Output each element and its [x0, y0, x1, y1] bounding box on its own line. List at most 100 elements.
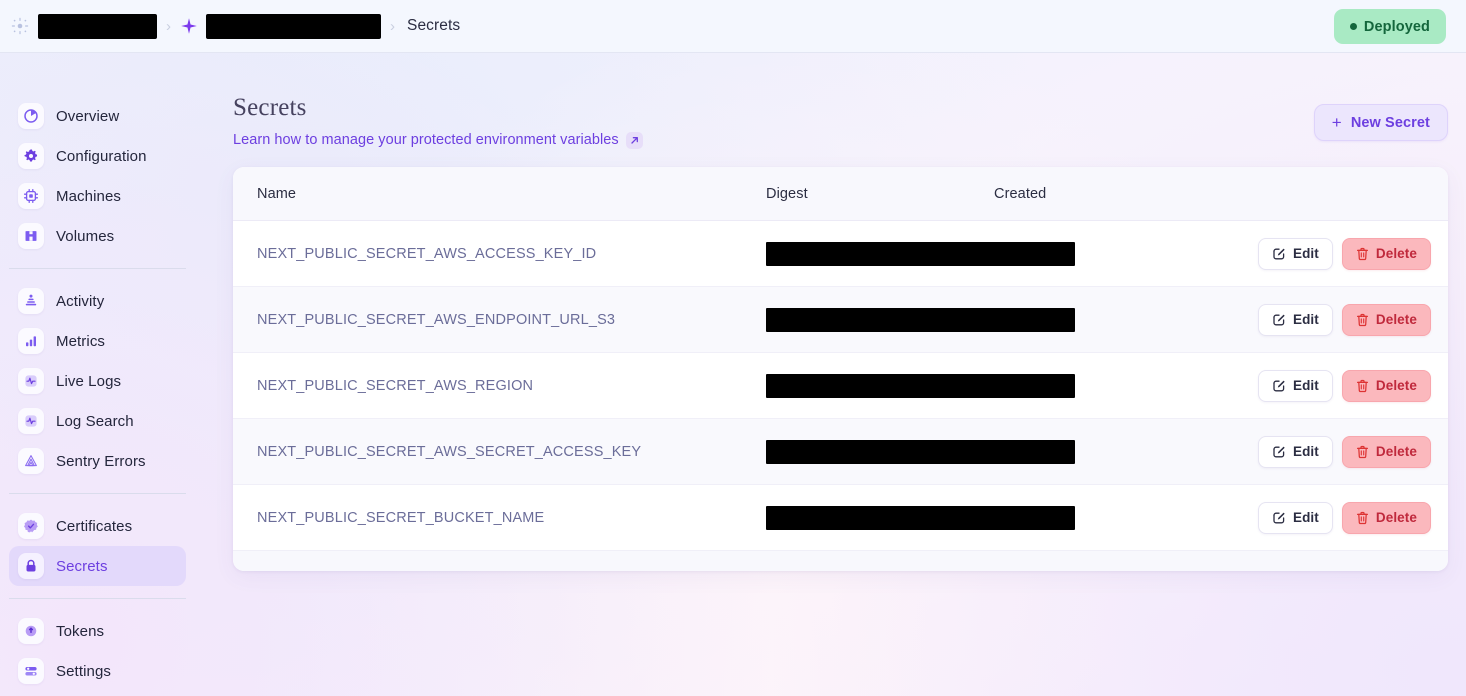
pencil-square-icon	[1273, 380, 1285, 391]
delete-button[interactable]: Delete	[1341, 435, 1431, 468]
sidebar-item-label: Machines	[56, 187, 121, 205]
delete-button[interactable]: Delete	[1341, 369, 1431, 402]
secret-digest-cell	[766, 505, 1075, 530]
pulse-icon	[18, 368, 44, 394]
activity-stack-icon	[18, 288, 44, 314]
badge-check-icon	[18, 513, 44, 539]
sidebar-item-label: Configuration	[56, 147, 147, 165]
sidebar-divider-2	[9, 493, 186, 494]
table-footer	[233, 551, 1448, 571]
trash-icon	[1356, 313, 1368, 326]
edit-button[interactable]: Edit	[1257, 237, 1333, 270]
breadcrumb: › › Secrets	[10, 13, 461, 39]
chevron-right-icon-2: ›	[390, 17, 395, 35]
status-badge-label: Deployed	[1363, 18, 1430, 35]
table-row: NEXT_PUBLIC_SECRET_AWS_ACCESS_KEY_ID Edi…	[233, 221, 1448, 287]
sidebar-item-label: Overview	[56, 107, 120, 125]
column-header-digest: Digest	[766, 185, 808, 202]
secret-digest-cell	[766, 241, 1075, 266]
sparkle-icon	[180, 17, 198, 35]
delete-button-label: Delete	[1375, 312, 1417, 327]
pulse-search-icon	[18, 408, 44, 434]
secret-name: NEXT_PUBLIC_SECRET_BUCKET_NAME	[257, 509, 545, 526]
table-row: NEXT_PUBLIC_SECRET_AWS_SECRET_ACCESS_KEY…	[233, 419, 1448, 485]
secret-digest-cell	[766, 373, 1075, 398]
chevron-right-icon: ›	[166, 17, 171, 35]
sidebar-item-label: Settings	[56, 662, 111, 680]
edit-button-label: Edit	[1292, 312, 1319, 327]
secret-digest-redacted	[766, 439, 1075, 464]
edit-button[interactable]: Edit	[1257, 435, 1333, 468]
plus-icon: +	[1331, 112, 1342, 132]
sidebar-group-3: Certificates Secrets	[0, 506, 195, 586]
secret-digest-redacted	[766, 373, 1075, 398]
app-root: › › Secrets Deployed Overview Configurat…	[0, 0, 1466, 696]
delete-button[interactable]: Delete	[1341, 303, 1431, 336]
edit-button[interactable]: Edit	[1257, 303, 1333, 336]
status-badge: Deployed	[1333, 9, 1446, 44]
column-header-name: Name	[257, 185, 297, 202]
sidebar-group-4: Tokens Settings	[0, 611, 195, 691]
table-row: NEXT_PUBLIC_SECRET_AWS_ENDPOINT_URL_S3 E…	[233, 287, 1448, 353]
sidebar-item-sentry-errors[interactable]: Sentry Errors	[9, 441, 186, 481]
table-row: NEXT_PUBLIC_SECRET_AWS_REGION Edit Delet…	[233, 353, 1448, 419]
page-title: Secrets	[233, 94, 307, 121]
edit-button-label: Edit	[1292, 378, 1319, 393]
breadcrumb-current-page: Secrets	[407, 17, 461, 34]
delete-button-label: Delete	[1375, 510, 1417, 525]
status-dot-icon	[1349, 23, 1357, 30]
sidebar-item-volumes[interactable]: Volumes	[9, 216, 186, 256]
sidebar-item-settings[interactable]: Settings	[9, 651, 186, 691]
row-actions: Edit Delete	[1233, 237, 1448, 270]
new-secret-button-label: New Secret	[1350, 114, 1430, 131]
delete-button[interactable]: Delete	[1341, 501, 1431, 534]
sidebar-item-machines[interactable]: Machines	[9, 176, 186, 216]
sidebar-item-configuration[interactable]: Configuration	[9, 136, 186, 176]
sidebar-item-label: Sentry Errors	[56, 452, 146, 470]
pencil-square-icon	[1273, 446, 1285, 457]
delete-button-label: Delete	[1375, 444, 1417, 459]
trash-icon	[1356, 445, 1368, 458]
table-header-row: Name Digest Created	[233, 167, 1448, 221]
edit-button[interactable]: Edit	[1257, 501, 1333, 534]
delete-button-label: Delete	[1375, 378, 1417, 393]
new-secret-button[interactable]: + New Secret	[1313, 104, 1448, 141]
sidebar-item-live-logs[interactable]: Live Logs	[9, 361, 186, 401]
secret-name: NEXT_PUBLIC_SECRET_AWS_SECRET_ACCESS_KEY	[257, 443, 642, 460]
sidebar-item-metrics[interactable]: Metrics	[9, 321, 186, 361]
sidebar-item-label: Certificates	[56, 517, 133, 535]
sidebar-item-certificates[interactable]: Certificates	[9, 506, 186, 546]
fly-logo-icon[interactable]	[10, 16, 30, 36]
edit-button[interactable]: Edit	[1257, 369, 1333, 402]
page-header: Secrets Learn how to manage your protect…	[233, 94, 643, 149]
sidebar: Overview Configuration Machines Volumes …	[0, 54, 195, 696]
secrets-table: Name Digest Created NEXT_PUBLIC_SECRET_A…	[233, 167, 1448, 571]
external-link-icon[interactable]	[625, 131, 643, 149]
table-row: NEXT_PUBLIC_SECRET_BUCKET_NAME Edit Dele…	[233, 485, 1448, 551]
pie-chart-icon	[18, 103, 44, 129]
top-bar: › › Secrets Deployed	[0, 0, 1466, 53]
sidebar-item-label: Log Search	[56, 412, 134, 430]
delete-button-label: Delete	[1375, 246, 1417, 261]
page-subtitle: Learn how to manage your protected envir…	[233, 131, 643, 149]
sentry-icon	[18, 448, 44, 474]
delete-button[interactable]: Delete	[1341, 237, 1431, 270]
breadcrumb-app-redacted[interactable]	[206, 13, 381, 39]
row-actions: Edit Delete	[1233, 435, 1448, 468]
sidebar-item-overview[interactable]: Overview	[9, 96, 186, 136]
secret-digest-redacted	[766, 505, 1075, 530]
trash-icon	[1356, 247, 1368, 260]
breadcrumb-org-redacted[interactable]	[38, 13, 157, 39]
sidebar-item-activity[interactable]: Activity	[9, 281, 186, 321]
trash-icon	[1356, 379, 1368, 392]
sidebar-item-tokens[interactable]: Tokens	[9, 611, 186, 651]
main-content: Secrets Learn how to manage your protect…	[195, 54, 1466, 696]
cpu-chip-icon	[18, 183, 44, 209]
edit-button-label: Edit	[1292, 246, 1319, 261]
sidebar-item-log-search[interactable]: Log Search	[9, 401, 186, 441]
edit-button-label: Edit	[1292, 444, 1319, 459]
learn-more-link[interactable]: Learn how to manage your protected envir…	[233, 132, 619, 148]
row-actions: Edit Delete	[1233, 369, 1448, 402]
sidebar-item-secrets[interactable]: Secrets	[9, 546, 186, 586]
sliders-icon	[18, 658, 44, 684]
